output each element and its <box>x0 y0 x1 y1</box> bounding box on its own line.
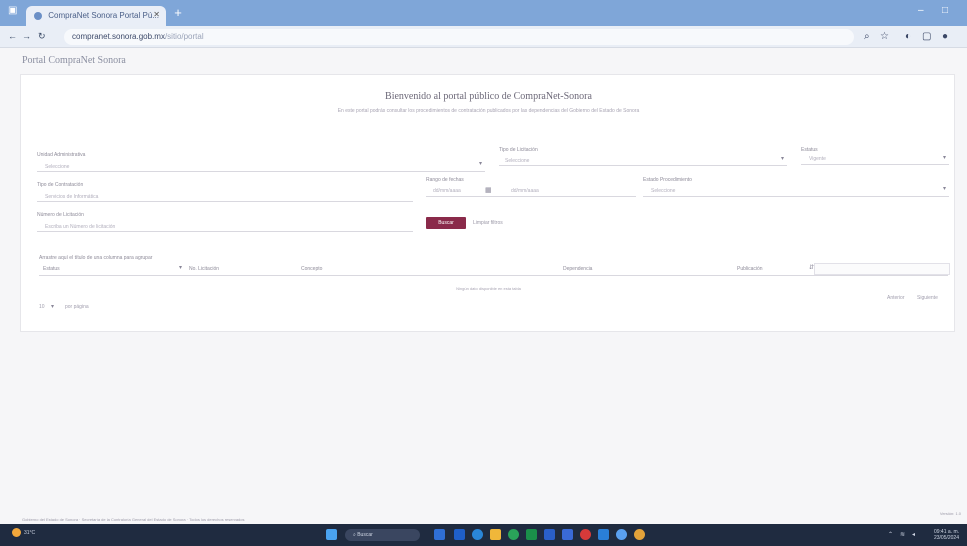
edge-icon[interactable] <box>472 529 483 540</box>
next-page-button[interactable]: Siguiente <box>917 295 938 301</box>
tipo-contratacion-underline <box>37 201 413 202</box>
os-taskbar: 31°C ⌕ Buscar ⌃ ≋ ◂ 09:41 a. m. 23/05/20… <box>0 524 967 546</box>
estado-procedimiento-select[interactable]: Seleccione <box>651 188 675 194</box>
screen: ▣ CompraNet Sonora Portal Pú... ✕ + – □ … <box>0 0 967 546</box>
estatus-chevron-down-icon[interactable]: ▾ <box>943 154 946 161</box>
volume-icon[interactable]: ◂ <box>912 531 915 538</box>
tray-chevron-up-icon[interactable]: ⌃ <box>888 531 893 538</box>
app-search-icon[interactable] <box>616 529 627 540</box>
word-icon[interactable] <box>544 529 555 540</box>
portal-title: Portal CompraNet Sonora <box>22 55 126 66</box>
tipo-licitacion-underline <box>499 165 787 166</box>
task-view-icon[interactable] <box>434 529 445 540</box>
buscar-button[interactable]: Buscar <box>426 217 466 229</box>
extensions-icon[interactable]: ◐ <box>905 31 911 42</box>
estatus-select[interactable]: Vigente <box>809 156 826 162</box>
unidad-underline <box>37 171 485 172</box>
prev-page-button[interactable]: Anterior <box>887 295 905 301</box>
tipo-licitacion-label: Tipo de Licitación <box>499 147 538 153</box>
search-card: Bienvenido al portal público de CompraNe… <box>20 74 955 332</box>
estado-procedimiento-label: Estado Procedimiento <box>643 177 692 183</box>
fecha-inicio-input[interactable]: dd/mm/aaaa <box>433 188 461 194</box>
tab-search-icon[interactable]: ▢ <box>922 31 931 42</box>
table-filter-input[interactable] <box>814 263 950 275</box>
tab-title: CompraNet Sonora Portal Pú... <box>48 11 159 20</box>
browser-tab[interactable]: CompraNet Sonora Portal Pú... ✕ <box>26 6 166 26</box>
new-tab-icon[interactable]: + <box>171 6 185 21</box>
fecha-fin-input[interactable]: dd/mm/aaaa <box>511 188 539 194</box>
estatus-column-chevron-down-icon[interactable]: ▾ <box>179 264 182 271</box>
file-explorer-icon[interactable] <box>490 529 501 540</box>
rango-fechas-underline <box>426 196 636 197</box>
page-size-chevron-down-icon[interactable]: ▾ <box>51 303 54 310</box>
weather-temp: 31°C <box>24 529 36 536</box>
clock-date: 23/05/2024 <box>933 535 959 541</box>
column-publicacion[interactable]: Publicación <box>737 266 763 272</box>
estado-procedimiento-underline <box>643 196 949 197</box>
wifi-icon[interactable]: ≋ <box>900 531 905 538</box>
tipo-licitacion-select[interactable]: Seleccione <box>505 158 529 164</box>
minimize-icon[interactable]: – <box>918 5 924 16</box>
welcome-heading: Bienvenido al portal público de CompraNe… <box>385 91 592 102</box>
chrome-icon[interactable] <box>508 529 519 540</box>
column-no-licitacion[interactable]: No. Licitación <box>189 266 219 272</box>
taskbar-search-label: Buscar <box>357 532 373 538</box>
estatus-underline <box>801 164 949 165</box>
reload-icon[interactable]: ↻ <box>38 31 46 42</box>
unidad-select[interactable]: Seleccione <box>45 164 69 170</box>
favicon-icon <box>34 11 42 20</box>
tipo-contratacion-label: Tipo de Contratación <box>37 182 84 188</box>
column-estatus[interactable]: Estatus <box>43 266 60 272</box>
maximize-icon[interactable]: □ <box>942 5 948 16</box>
sun-icon <box>12 528 21 537</box>
close-tab-icon[interactable]: ✕ <box>153 10 160 19</box>
tipo-contratacion-select[interactable]: Servicios de Informática <box>45 194 98 200</box>
footer-text: Gobierno del Estado de Sonora · Secretar… <box>22 517 245 522</box>
system-clock[interactable]: 09:41 a. m. 23/05/2024 <box>934 529 959 541</box>
calendar-icon[interactable]: ▦ <box>485 186 492 194</box>
column-dependencia[interactable]: Dependencia <box>563 266 592 272</box>
back-icon[interactable]: ← <box>8 31 17 41</box>
profile-icon[interactable]: ● <box>942 31 948 42</box>
tab-actions-icon[interactable]: ▣ <box>8 5 17 16</box>
app-1-icon[interactable] <box>454 529 465 540</box>
app-chrome-2-icon[interactable] <box>634 529 645 540</box>
tipo-licitacion-chevron-down-icon[interactable]: ▾ <box>781 155 784 162</box>
star-icon[interactable]: ☆ <box>880 31 889 42</box>
results-table-header: Estatus ▾ No. Licitación Concepto Depend… <box>39 262 948 276</box>
table-empty-message: Ningún dato disponible en esta tabla <box>456 286 521 291</box>
page-size-suffix: por página <box>65 304 89 310</box>
numero-licitacion-underline <box>37 231 413 232</box>
weather-widget[interactable]: 31°C <box>12 528 35 537</box>
numero-licitacion-label: Número de Licitación <box>37 212 84 218</box>
group-drag-hint: Arrastre aquí el título de una columna p… <box>39 255 153 261</box>
column-concepto[interactable]: Concepto <box>301 266 322 272</box>
limpiar-filtros-button[interactable]: Limpiar filtros <box>473 220 503 226</box>
numero-licitacion-input[interactable]: Escriba un Número de licitación <box>45 224 115 230</box>
estado-chevron-down-icon[interactable]: ▾ <box>943 185 946 192</box>
unidad-chevron-down-icon[interactable]: ▾ <box>479 160 482 167</box>
start-icon[interactable] <box>326 529 337 540</box>
excel-icon[interactable] <box>526 529 537 540</box>
outlook-icon[interactable] <box>562 529 573 540</box>
app-blue-icon[interactable] <box>598 529 609 540</box>
estatus-label: Estatus <box>801 147 818 153</box>
zoom-icon[interactable]: ⌕ <box>864 31 870 42</box>
browser-tab-bar: ▣ CompraNet Sonora Portal Pú... ✕ + – □ <box>0 0 967 26</box>
page-size-select[interactable]: 10 <box>39 304 45 310</box>
app-red-icon[interactable] <box>580 529 591 540</box>
unidad-label: Unidad Administrativa <box>37 152 86 158</box>
welcome-subtitle: En este portal podrás consultar los proc… <box>337 108 640 114</box>
rango-fechas-label: Rango de fechas <box>426 177 464 183</box>
footer-version: Versión: 1.0 <box>939 511 961 516</box>
taskbar-search[interactable]: ⌕ Buscar <box>345 529 420 541</box>
address-bar: ← → ↻ compranet.sonora.gob.mx/sitio/port… <box>0 26 967 48</box>
url-field[interactable]: compranet.sonora.gob.mx/sitio/portal <box>64 29 854 45</box>
forward-icon[interactable]: → <box>22 31 31 41</box>
url-path: /sitio/portal <box>164 32 204 41</box>
url-host: compranet.sonora.gob.mx <box>72 32 165 41</box>
